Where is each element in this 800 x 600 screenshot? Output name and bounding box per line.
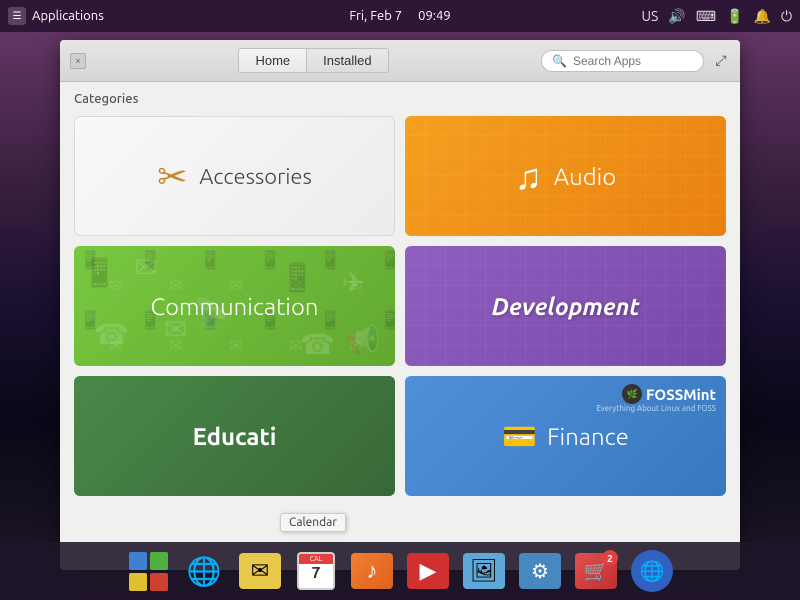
fossmint-name: FOSSMint [646,386,716,403]
calendar-day: 7 [311,564,320,582]
grid-launcher-button[interactable] [122,546,174,596]
categories-grid: ✂ Accessories ♫ Audio 📱 ✉ ☎ ✈ 📢 [74,116,726,496]
power-icon[interactable]: ⏻ [781,8,792,25]
finance-icon: 💳 [502,420,537,453]
fossmint-badge-icon: 🌿 [622,384,642,404]
browser-button[interactable]: 🌐 [178,546,230,596]
nav-buttons: Home Installed [238,48,388,73]
music-icon: ♪ [351,553,393,589]
category-finance[interactable]: 🌿 FOSSMint Everything About Linux and FO… [405,376,726,496]
maximize-button[interactable]: ⤢ [712,52,730,70]
fossmint-tagline: Everything About Linux and FOSS [596,404,716,413]
fossmint-logo: 🌿 FOSSMint [622,384,716,404]
top-panel: ☰ Applications Fri, Feb 7 09:49 US 🔊 ⌨ 🔋… [0,0,800,32]
grid-sq-1 [129,552,147,570]
battery-icon: 🔋 [726,8,743,25]
grid-sq-4 [150,573,168,591]
education-label: Educati [193,423,277,450]
video-icon: ▶ [407,553,449,589]
installed-nav-button[interactable]: Installed [306,48,388,73]
categories-label: Categories [74,92,726,106]
video-button[interactable]: ▶ [402,546,454,596]
appstore-badge: 2 [602,550,618,566]
photos-button[interactable]: 🖼 [458,546,510,596]
volume-icon[interactable]: 🔊 [668,8,685,25]
locale-indicator[interactable]: US [642,8,659,24]
settings-button[interactable]: ⚙ [514,546,566,596]
app-store-window: × Home Installed 🔍 ⤢ Categories ✂ Access… [60,40,740,570]
home-nav-button[interactable]: Home [238,48,306,73]
keyboard-icon: ⌨ [696,8,716,25]
audio-icon: ♫ [515,155,542,198]
search-icon: 🔍 [552,54,567,68]
grid-icon [125,548,172,595]
communication-label: Communication [151,293,319,320]
mail-icon: ✉ [239,553,281,589]
calendar-icon: CAL 7 [297,552,335,590]
browser-icon: 🌐 [187,555,222,588]
notification-icon[interactable]: 🔔 [754,8,771,25]
category-education[interactable]: Educati [74,376,395,496]
appstore-button[interactable]: 🛒 2 [570,546,622,596]
calendar-header: CAL [299,554,333,564]
music-button[interactable]: ♪ [346,546,398,596]
search-input[interactable] [573,54,693,68]
fossmint-branding: 🌿 FOSSMint Everything About Linux and FO… [596,384,716,413]
network-icon: 🌐 [631,550,673,592]
category-accessories[interactable]: ✂ Accessories [74,116,395,236]
network-button[interactable]: 🌐 [626,546,678,596]
accessories-label: Accessories [199,164,312,189]
grid-sq-3 [129,573,147,591]
category-development[interactable]: Development [405,246,726,366]
mail-button[interactable]: ✉ [234,546,286,596]
taskbar: 🌐 ✉ CAL 7 ♪ ▶ 🖼 ⚙ 🛒 2 🌐 [0,542,800,600]
search-container: 🔍 [541,50,704,72]
audio-label: Audio [554,163,616,190]
panel-app-label[interactable]: Applications [32,9,104,23]
category-communication[interactable]: 📱 ✉ ☎ ✈ 📢 📡 ✉ 📱 ☎ Communication [74,246,395,366]
settings-icon: ⚙ [519,553,561,589]
panel-date: Fri, Feb 7 [349,9,402,23]
categories-section: Categories ✂ Accessories ♫ Audio 📱 [60,82,740,570]
panel-center: Fri, Feb 7 09:49 [349,9,450,23]
photos-icon: 🖼 [463,553,505,589]
close-button[interactable]: × [70,53,86,69]
panel-time: 09:49 [418,9,451,23]
panel-right: US 🔊 ⌨ 🔋 🔔 ⏻ [451,8,792,25]
apps-menu-icon[interactable]: ☰ [8,7,26,25]
panel-left: ☰ Applications [8,7,349,25]
category-audio[interactable]: ♫ Audio [405,116,726,236]
finance-label: Finance [547,423,629,450]
calendar-button[interactable]: CAL 7 [290,546,342,596]
development-label: Development [492,293,640,320]
grid-sq-2 [150,552,168,570]
accessories-icon: ✂ [157,155,187,198]
window-toolbar: × Home Installed 🔍 ⤢ [60,40,740,82]
